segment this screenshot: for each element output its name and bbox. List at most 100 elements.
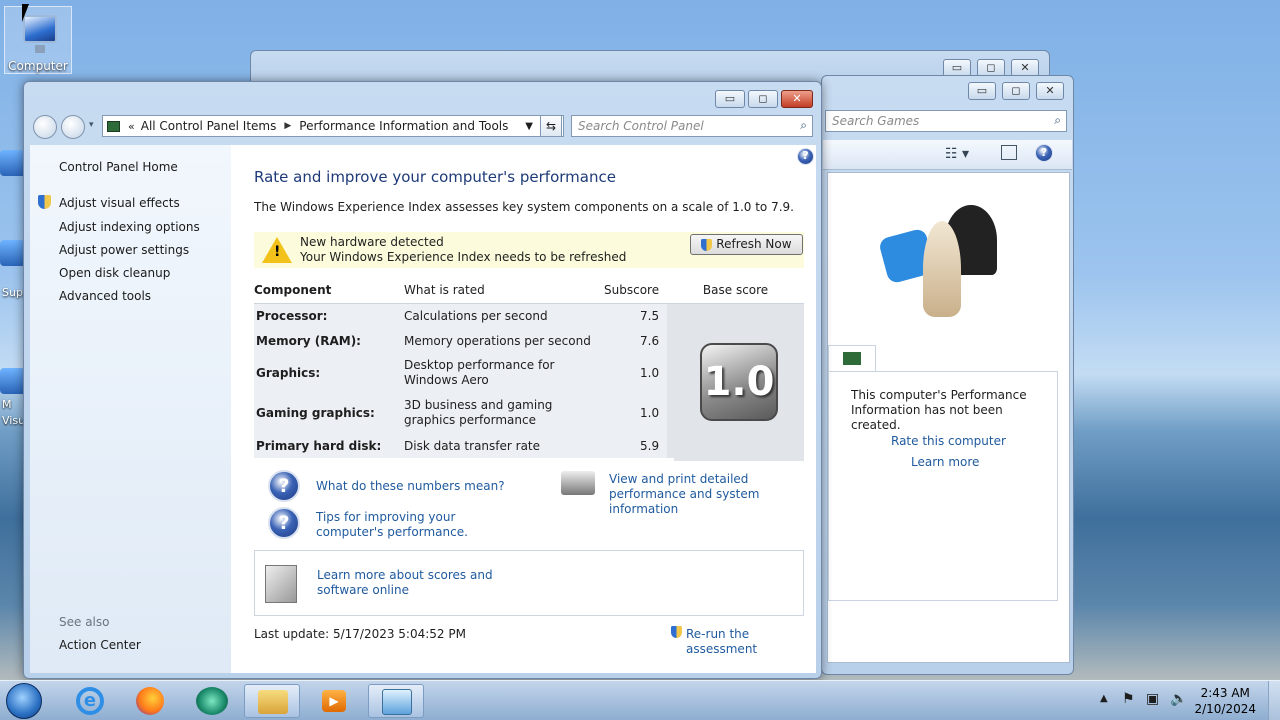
clock[interactable]: 2:43 AM 2/10/2024 <box>1194 685 1256 717</box>
row-rated: 3D business and gaming graphics performa… <box>404 393 604 433</box>
performance-message: This computer's Performance Information … <box>851 388 1027 432</box>
row-component: Primary hard disk: <box>254 433 404 458</box>
main-content: ? Rate and improve your computer's perfo… <box>231 145 816 673</box>
sidebar-link-disk-cleanup[interactable]: Open disk cleanup <box>59 266 170 280</box>
sidebar-link-power[interactable]: Adjust power settings <box>59 243 189 257</box>
learn-more-link[interactable]: Learn more <box>911 455 979 470</box>
media-player-icon: ▶ <box>322 690 346 712</box>
control-panel-home-link[interactable]: Control Panel Home <box>59 160 178 174</box>
search-control-panel-input[interactable]: Search Control Panel ⌕ <box>571 115 813 137</box>
last-update-text: Last update: 5/17/2023 5:04:52 PM <box>254 627 466 641</box>
close-button[interactable]: ✕ <box>781 90 813 108</box>
preview-pane-icon[interactable] <box>1001 145 1017 160</box>
mouse-pointer-icon <box>22 4 29 22</box>
search-icon: ⌕ <box>800 118 807 132</box>
search-icon: ⌕ <box>1054 113 1061 127</box>
address-dropdown-icon[interactable]: ▼ <box>525 121 533 132</box>
back-button[interactable] <box>33 115 57 139</box>
sidebar-link-indexing[interactable]: Adjust indexing options <box>59 220 200 234</box>
row-rated: Calculations per second <box>404 303 604 328</box>
notice-line2: Your Windows Experience Index needs to b… <box>300 250 627 264</box>
learn-more-box: Learn more about scores and software onl… <box>254 550 804 616</box>
action-center-flag-icon[interactable]: ⚑ <box>1122 691 1135 707</box>
show-hidden-icons[interactable]: ▲ <box>1100 693 1108 704</box>
sidebar-link-advanced-tools[interactable]: Advanced tools <box>59 289 151 303</box>
forward-button[interactable] <box>61 115 85 139</box>
page-title: Rate and improve your computer's perform… <box>254 168 616 186</box>
help-icon[interactable]: ? <box>1035 144 1053 162</box>
action-center-link[interactable]: Action Center <box>59 638 141 652</box>
taskbar-media-player[interactable]: ▶ <box>306 684 362 718</box>
show-desktop-button[interactable] <box>1268 681 1280 720</box>
network-icon[interactable]: ▣ <box>1146 691 1159 707</box>
start-button[interactable] <box>6 683 42 719</box>
breadcrumb-arrow-icon[interactable]: ▶ <box>284 121 291 131</box>
intro-text: The Windows Experience Index assesses ke… <box>254 200 794 214</box>
print-details-link[interactable]: View and print detailed performance and … <box>609 472 809 517</box>
address-bar[interactable]: « All Control Panel Items ▶ Performance … <box>102 115 564 137</box>
tips-link[interactable]: Tips for improving your computer's perfo… <box>316 510 526 540</box>
learn-scores-link[interactable]: Learn more about scores and software onl… <box>317 568 537 598</box>
rerun-assessment-link[interactable]: Re-run the assessment <box>686 627 816 657</box>
performance-icon <box>843 352 861 365</box>
warning-icon <box>262 237 292 263</box>
performance-window[interactable]: ▭ ◻ ✕ ▾ « All Control Panel Items ▶ Perf… <box>23 81 822 679</box>
games-window[interactable]: ▭ ◻ ✕ Search Games ⌕ ☷ ▾ ? This computer'… <box>821 75 1074 675</box>
row-rated: Memory operations per second <box>404 328 604 353</box>
printer-icon <box>561 471 595 495</box>
help-icon[interactable]: ? <box>797 148 814 165</box>
games-content-pane: This computer's Performance Information … <box>827 172 1070 663</box>
view-options-icon[interactable]: ☷ ▾ <box>945 146 969 162</box>
help-icon: ? <box>268 470 300 502</box>
row-score: 1.0 <box>604 353 668 393</box>
clock-time: 2:43 AM <box>1200 686 1250 700</box>
taskbar-internet-explorer[interactable]: e <box>62 684 118 718</box>
taskbar-control-panel[interactable] <box>368 684 424 718</box>
col-component: Component <box>254 277 404 304</box>
maximize-button[interactable]: ◻ <box>748 90 778 108</box>
taskbar-explorer[interactable] <box>244 684 300 718</box>
control-panel-icon <box>107 120 120 132</box>
software-box-icon <box>265 565 297 603</box>
row-rated: Desktop performance for Windows Aero <box>404 353 604 393</box>
games-toolbar: ☷ ▾ ? <box>823 140 1072 170</box>
desktop-icon-computer[interactable]: Computer <box>4 6 72 74</box>
base-score-cell: 1.0 <box>674 305 804 461</box>
refresh-icon[interactable]: ⇆ <box>540 115 562 137</box>
rate-computer-link[interactable]: Rate this computer <box>891 434 1006 449</box>
minimize-button[interactable]: ▭ <box>715 90 745 108</box>
maximize-button[interactable]: ◻ <box>1002 82 1030 100</box>
games-info-box: This computer's Performance Information … <box>828 371 1058 601</box>
taskbar-app[interactable] <box>184 684 240 718</box>
col-rated: What is rated <box>404 277 604 304</box>
row-rated: Disk data transfer rate <box>404 433 604 458</box>
volume-muted-icon[interactable]: 🔈 <box>1170 691 1187 707</box>
search-games-input[interactable]: Search Games ⌕ <box>825 110 1067 132</box>
row-component: Memory (RAM): <box>254 328 404 353</box>
sidebar: Control Panel Home Adjust visual effects… <box>30 145 231 673</box>
row-component: Gaming graphics: <box>254 393 404 433</box>
overflow-chevron-icon[interactable]: « <box>128 120 135 133</box>
uac-shield-icon <box>701 238 713 251</box>
numbers-meaning-link[interactable]: What do these numbers mean? <box>316 479 505 494</box>
close-button[interactable]: ✕ <box>1036 82 1064 100</box>
control-panel-icon <box>382 689 412 715</box>
games-tab[interactable] <box>828 345 876 371</box>
row-component: Processor: <box>254 303 404 328</box>
breadcrumb-root[interactable]: All Control Panel Items <box>141 119 277 133</box>
minimize-button[interactable]: ▭ <box>968 82 996 100</box>
taskbar-firefox[interactable] <box>122 684 178 718</box>
uac-shield-icon <box>38 195 51 209</box>
desktop-icon-label: Computer <box>8 59 68 73</box>
sidebar-link-visual-effects[interactable]: Adjust visual effects <box>59 196 180 210</box>
hardware-notice: New hardware detected Your Windows Exper… <box>254 232 804 268</box>
breadcrumb-current[interactable]: Performance Information and Tools <box>299 119 508 133</box>
refresh-now-button[interactable]: Refresh Now <box>690 234 803 255</box>
taskbar: e ▶ ▲ ⚑ ▣ 🔈 2:43 AM 2/10/2024 <box>0 680 1280 720</box>
games-logo-icon <box>877 203 997 317</box>
history-dropdown-icon[interactable]: ▾ <box>89 120 94 130</box>
clock-date: 2/10/2024 <box>1194 702 1256 716</box>
row-score: 7.6 <box>604 328 668 353</box>
row-component: Graphics: <box>254 353 404 393</box>
firefox-icon <box>136 687 164 715</box>
